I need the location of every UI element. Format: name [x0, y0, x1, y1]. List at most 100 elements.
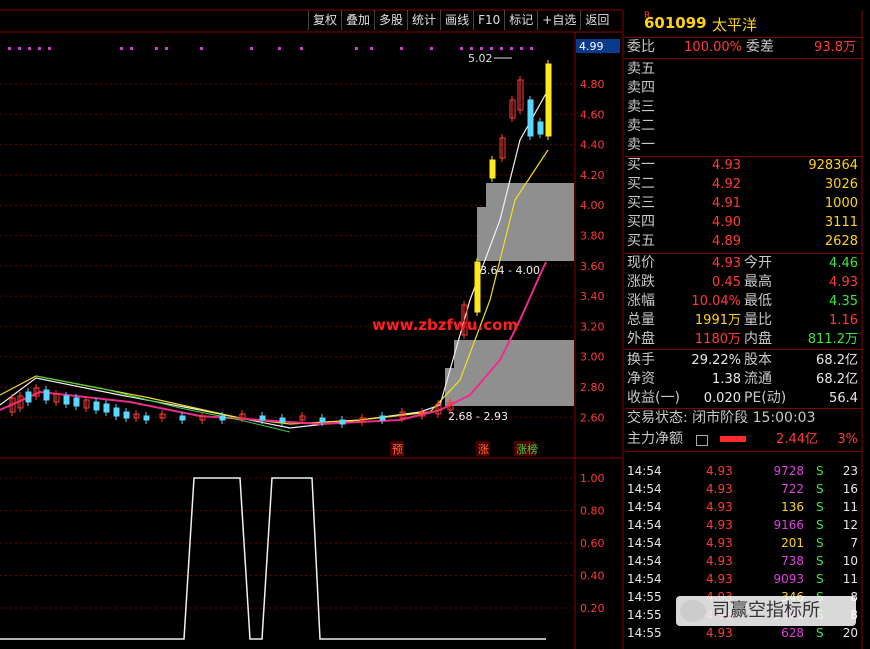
- stat-row: 换手 29.22% 股本 68.2亿: [626, 351, 862, 370]
- tick-volume: 628: [781, 626, 804, 640]
- weicha-value: 93.8万: [814, 40, 856, 55]
- toolbar-multi[interactable]: 多股: [374, 10, 407, 30]
- buy-row: 买二 4.92 3026: [626, 175, 862, 194]
- stat-label: 今开: [744, 255, 772, 271]
- support-zone: [454, 340, 574, 368]
- toolbar-overlay[interactable]: 叠加: [341, 10, 374, 30]
- toolbar-draw[interactable]: 画线: [440, 10, 473, 30]
- tick-time: 14:55: [627, 590, 662, 604]
- trade-status-text: 交易状态: 闭市阶段 15:00:03: [627, 410, 816, 426]
- candle: [537, 121, 544, 135]
- indicator-line: [0, 477, 546, 640]
- toolbar-mark[interactable]: 标记: [504, 10, 537, 30]
- signal-dot: [470, 47, 473, 50]
- support-zone: [477, 207, 574, 261]
- tick-count: 20: [842, 626, 858, 640]
- weibi-row: 委比 100.00% 委差 93.8万: [626, 38, 862, 57]
- indicator-tick-label: 0.80: [580, 505, 605, 518]
- tick-side: S: [816, 572, 824, 586]
- stat-value: 68.2亿: [816, 372, 858, 387]
- price-tick-label: 4.00: [580, 199, 605, 212]
- tick-row: 14:55 4.93 628 S 20: [626, 624, 862, 642]
- high-label: 5.02: [468, 52, 493, 65]
- price-tick-label: 4.20: [580, 169, 605, 182]
- signal-dot: [48, 47, 51, 50]
- tick-side: S: [816, 518, 824, 532]
- price-tick-label: 3.40: [580, 290, 605, 303]
- tick-time: 14:54: [627, 572, 662, 586]
- buy-volume: 928364: [808, 158, 858, 173]
- main-flow-pct: 3%: [837, 432, 858, 447]
- tick-volume: 9093: [773, 572, 804, 586]
- tick-time: 14:54: [627, 464, 662, 478]
- sell-row: 卖二: [626, 117, 862, 136]
- main-flow-icon[interactable]: [696, 435, 708, 446]
- stat-label: 涨幅: [627, 293, 655, 309]
- tick-volume: 738: [781, 554, 804, 568]
- tick-side: S: [816, 536, 824, 550]
- stat-row: 涨跌 0.45 最高 4.93: [626, 273, 862, 292]
- stat-value: 1180万: [694, 332, 741, 347]
- stat-label: 最低: [744, 293, 772, 309]
- price-tag: 4.99: [579, 40, 604, 53]
- tick-price: 4.93: [706, 536, 733, 550]
- stat-value: 4.93: [829, 275, 858, 290]
- marker-2: 涨榜: [516, 442, 538, 456]
- tick-side: S: [816, 500, 824, 514]
- toolbar-add-favorite[interactable]: +自选: [537, 10, 580, 30]
- tick-count: 11: [842, 572, 858, 586]
- stat-label: 流通: [744, 371, 772, 387]
- candle: [489, 159, 496, 179]
- tick-side: S: [816, 464, 824, 478]
- stat-value: 1.38: [712, 372, 741, 387]
- buy-row: 买四 4.90 3111: [626, 213, 862, 232]
- tick-row: 14:54 4.93 136 S 11: [626, 498, 862, 516]
- stat-row: 总量 1991万 量比 1.16: [626, 311, 862, 330]
- tick-row: 14:54 4.93 722 S 16: [626, 480, 862, 498]
- tick-price: 4.93: [706, 464, 733, 478]
- candle: [279, 417, 286, 423]
- price-tick-label: 2.80: [580, 381, 605, 394]
- stat-row: 涨幅 10.04% 最低 4.35: [626, 292, 862, 311]
- stat-label: 最高: [744, 274, 772, 290]
- stat-value: 10.04%: [691, 294, 741, 309]
- tick-row: 14:54 4.93 9093 S 11: [626, 570, 862, 588]
- candle: [143, 415, 150, 421]
- toolbar-fuquan[interactable]: 复权: [308, 10, 341, 30]
- price-tick-label: 3.00: [580, 351, 605, 364]
- candle: [527, 99, 534, 137]
- candle: [123, 411, 130, 419]
- candle: [63, 395, 70, 405]
- stock-name: 太平洋: [712, 16, 758, 34]
- candle: [93, 401, 100, 411]
- candle: [43, 389, 50, 401]
- signal-dot: [480, 47, 483, 50]
- stat-label: 换手: [627, 352, 655, 368]
- buy-price: 4.90: [712, 215, 741, 230]
- signal-dot: [278, 47, 281, 50]
- signal-dot: [165, 47, 168, 50]
- buy-row: 买三 4.91 1000: [626, 194, 862, 213]
- brand-text: 司赢空指标所: [712, 600, 820, 621]
- buy-price: 4.93: [712, 158, 741, 173]
- buy-label: 买一: [627, 157, 655, 173]
- brand-watermark: 司赢空指标所: [676, 596, 856, 626]
- wechat-icon: [680, 600, 706, 622]
- stat-label: 外盘: [627, 331, 655, 347]
- signal-dot: [200, 47, 203, 50]
- price-tick-label: 3.20: [580, 320, 605, 333]
- stat-value: 811.2万: [807, 332, 858, 347]
- indicator-tick-label: 0.40: [580, 570, 605, 583]
- tick-count: 7: [850, 536, 858, 550]
- toolbar-f10[interactable]: F10: [473, 10, 504, 30]
- weibi-label: 委比: [627, 39, 655, 55]
- buy-volume: 1000: [824, 196, 858, 211]
- tick-row: 14:54 4.93 9166 S 12: [626, 516, 862, 534]
- tick-time: 14:54: [627, 536, 662, 550]
- stat-value: 0.45: [712, 275, 741, 290]
- candle: [339, 419, 346, 425]
- tick-price: 4.93: [706, 518, 733, 532]
- tick-time: 14:54: [627, 500, 662, 514]
- toolbar-stats[interactable]: 统计: [407, 10, 440, 30]
- toolbar-back[interactable]: 返回: [580, 10, 613, 30]
